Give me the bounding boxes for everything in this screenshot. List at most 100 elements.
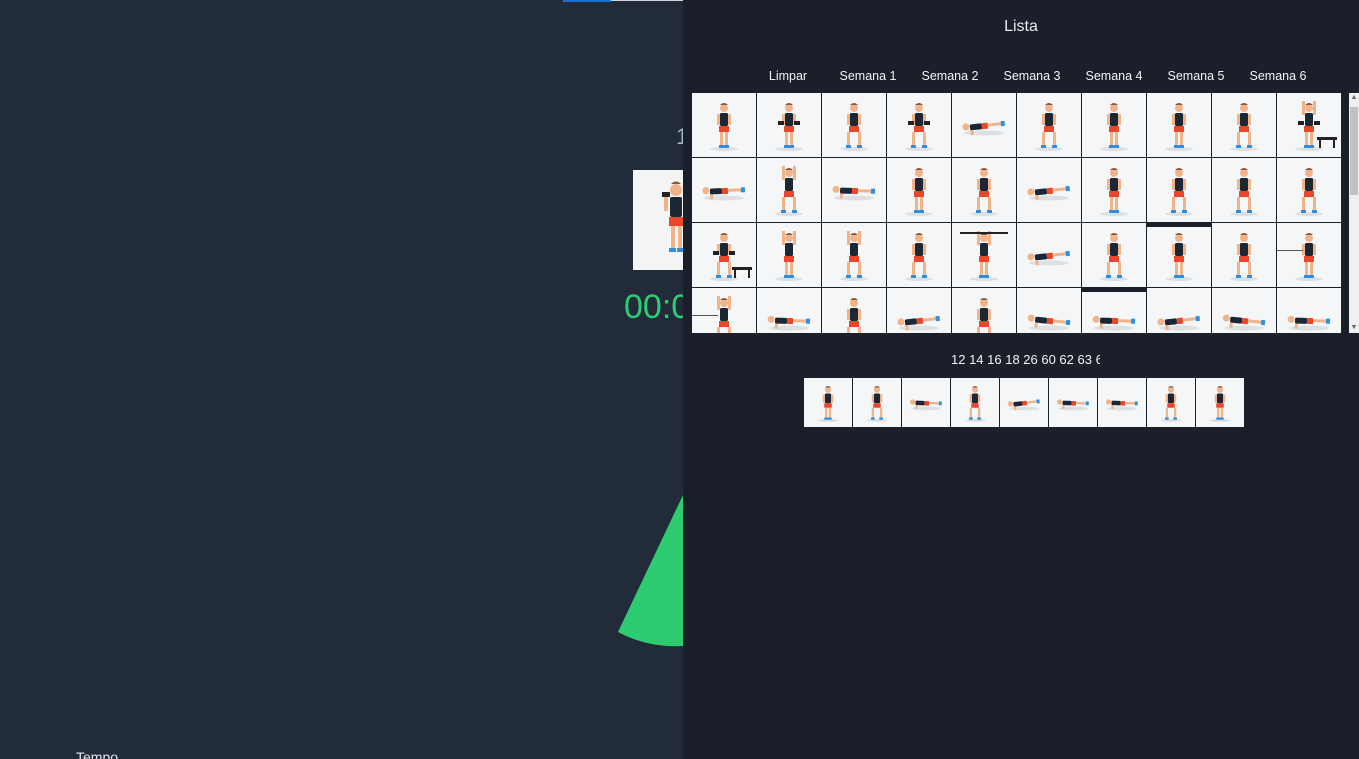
selected-exercise-plank[interactable]: [902, 378, 950, 427]
tab-semana-4[interactable]: Semana 4: [1073, 66, 1155, 86]
scroll-up-arrow-icon[interactable]: ▲: [1349, 93, 1359, 103]
tab-semana-2[interactable]: Semana 2: [909, 66, 991, 86]
exercise-tile-weight-plate-hold[interactable]: [887, 158, 951, 222]
grid-scrollbar[interactable]: ▲ ▼: [1349, 93, 1359, 333]
tab-semana-5[interactable]: Semana 5: [1155, 66, 1237, 86]
exercise-tile-floor-stretch[interactable]: [952, 93, 1016, 157]
exercise-tile-dumbbell-curl[interactable]: [757, 158, 821, 222]
exercise-grid-viewport[interactable]: [692, 93, 1342, 333]
push-up-wide-icon: [1287, 315, 1331, 331]
selected-exercise-ids: 12 14 16 18 26 60 62 63 6: [951, 352, 1100, 367]
leg-raise-floor-icon: [1157, 315, 1200, 331]
scroll-down-arrow-icon[interactable]: ▼: [1349, 323, 1359, 333]
exercise-tile-knee-raise[interactable]: [822, 223, 886, 287]
progress-pie: [618, 495, 683, 647]
exercise-tile-dumbbell-side-raise[interactable]: [1017, 93, 1081, 157]
top-tab-active-indicator[interactable]: [563, 0, 611, 2]
arms-crossed-stand-icon: [1230, 103, 1258, 151]
selected-exercise-standing-side[interactable]: [853, 378, 901, 427]
exercise-tile-standing-side[interactable]: [887, 223, 951, 287]
standing-stretch-icon: [977, 298, 991, 333]
squat-dumbbells-icon: [710, 103, 738, 151]
side-plank-icon: [1007, 399, 1040, 411]
deadlift-icon: [1165, 233, 1193, 281]
exercise-tile-squat-dumbbells[interactable]: [692, 93, 756, 157]
plank-icon: [832, 185, 876, 201]
exercise-tile-deadlift[interactable]: [1147, 223, 1211, 287]
exercise-tile-walking-lunge[interactable]: [757, 223, 821, 287]
exercise-tile-overhead-stretch[interactable]: [822, 288, 886, 333]
exercise-tile-incline-plank[interactable]: [1017, 288, 1081, 333]
exercise-tile-weight-plate-squat[interactable]: [887, 93, 951, 157]
exercise-tile-one-arm-press[interactable]: [1147, 93, 1211, 157]
exercise-tile-side-lunge-floor[interactable]: [1017, 223, 1081, 287]
dumbbell-side-raise-icon: [1035, 103, 1063, 151]
exercise-tile-push-up-wide[interactable]: [1277, 288, 1341, 333]
standing-side-icon: [905, 233, 933, 281]
exercise-tile-jumping-jack[interactable]: [1147, 158, 1211, 222]
exercise-tile-wide-stance-stretch[interactable]: [1212, 158, 1276, 222]
push-up-icon: [1092, 315, 1136, 331]
sumo-squat-icon: [775, 103, 803, 151]
exercise-tile-bench-step[interactable]: [1277, 93, 1341, 157]
exercise-tile-prone-lie[interactable]: [1212, 288, 1276, 333]
panel-title: Lista: [1004, 18, 1038, 35]
tab-limpar[interactable]: Limpar: [749, 66, 827, 86]
exercise-tile-arm-raise-stand[interactable]: [1277, 158, 1341, 222]
plank-icon: [909, 399, 942, 411]
exercise-tile-arms-crossed-stand[interactable]: [1212, 93, 1276, 157]
lateral-stretch-icon: [1209, 386, 1231, 422]
tab-semana-3[interactable]: Semana 3: [991, 66, 1073, 86]
knee-raise-icon: [840, 231, 868, 281]
cable-stand-icon: [692, 296, 731, 333]
exercise-tile-leg-raise-floor[interactable]: [1147, 288, 1211, 333]
weight-plate-hold-icon: [905, 168, 933, 216]
selected-exercise-floor-crunch[interactable]: [1098, 378, 1146, 427]
exercise-tile-standing-stretch[interactable]: [952, 288, 1016, 333]
selected-exercise-side-plank[interactable]: [1000, 378, 1048, 427]
exercise-tile-overhead-press[interactable]: [952, 158, 1016, 222]
band-pull-icon: [1277, 233, 1323, 281]
scroll-thumb[interactable]: [1350, 107, 1358, 195]
incline-plank-icon: [1027, 314, 1071, 331]
exercise-tile-band-pull[interactable]: [1277, 223, 1341, 287]
shoulder-press-icon: [840, 103, 868, 151]
exercise-tile-crunch[interactable]: [692, 158, 756, 222]
selected-exercise-jumping-jack[interactable]: [951, 378, 999, 427]
dumbbell-curl-icon: [775, 166, 803, 216]
exercise-tile-plank-reach[interactable]: [887, 288, 951, 333]
arm-circles-icon: [1230, 233, 1258, 281]
exercise-tile-plank[interactable]: [822, 158, 886, 222]
exercise-tile-kettlebell-squat[interactable]: [1082, 93, 1146, 157]
selected-exercise-arm-circles[interactable]: [1147, 378, 1195, 427]
selected-exercise-sit-stretch[interactable]: [1049, 378, 1097, 427]
exercise-tile-push-up[interactable]: [1082, 288, 1146, 333]
floor-stretch-icon: [962, 120, 1005, 136]
exercise-tile-cable-stand[interactable]: [692, 288, 756, 333]
exercise-tile-barbell-overhead[interactable]: [952, 223, 1016, 287]
side-plank-icon: [1027, 185, 1070, 201]
exercise-tile-bench-lunge[interactable]: [692, 223, 756, 287]
one-arm-press-icon: [1165, 103, 1193, 151]
bent-over-row-icon: [1100, 168, 1128, 216]
selected-exercise-squat-dumbbells[interactable]: [804, 378, 852, 427]
overhead-stretch-icon: [847, 298, 861, 333]
overhead-press-icon: [970, 168, 998, 216]
exercise-tile-bent-over-row[interactable]: [1082, 158, 1146, 222]
exercise-tile-side-plank[interactable]: [1017, 158, 1081, 222]
countdown-timer: 00:0: [624, 288, 691, 326]
exercise-tile-bent-stand[interactable]: [1082, 223, 1146, 287]
squat-dumbbells-icon: [817, 386, 839, 422]
exercise-tile-floor-roll[interactable]: [757, 288, 821, 333]
tab-semana-1[interactable]: Semana 1: [827, 66, 909, 86]
bent-stand-icon: [1100, 233, 1128, 281]
exercise-tile-arm-circles[interactable]: [1212, 223, 1276, 287]
tab-semana-6[interactable]: Semana 6: [1237, 66, 1319, 86]
weight-plate-squat-icon: [905, 103, 933, 151]
selected-exercise-row: [804, 378, 1244, 427]
exercise-tile-sumo-squat[interactable]: [757, 93, 821, 157]
exercise-tile-shoulder-press[interactable]: [822, 93, 886, 157]
selected-exercise-lateral-stretch[interactable]: [1196, 378, 1244, 427]
exercise-list-panel: Lista Limpar Semana 1 Semana 2 Semana 3 …: [683, 0, 1359, 759]
standing-side-icon: [866, 386, 888, 422]
